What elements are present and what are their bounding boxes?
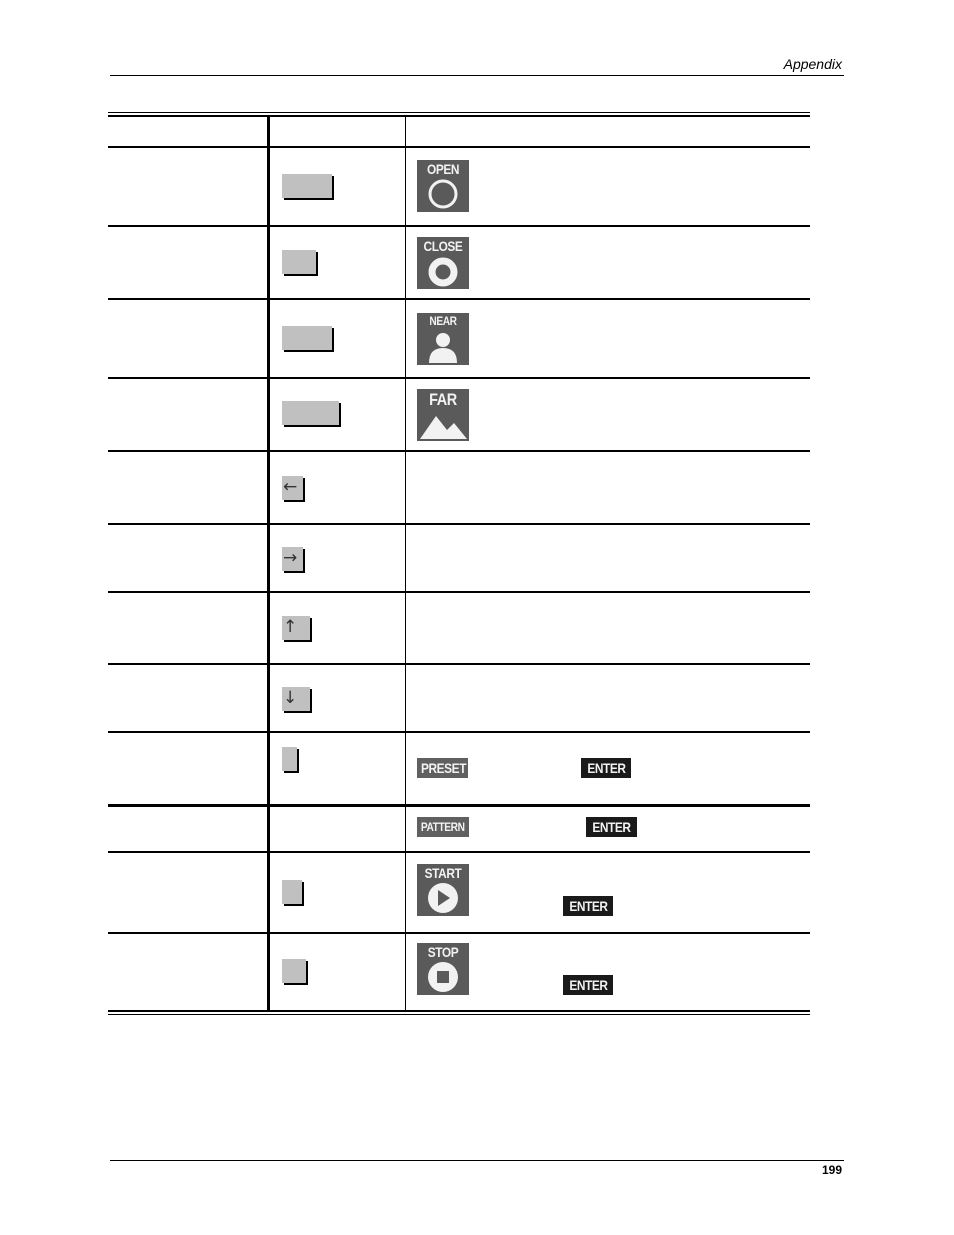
near-key[interactable] <box>282 326 332 350</box>
key-mapping-table: OPEN CLOSE NEAR FAR ← → ↑ ↓ PRESET ENTER… <box>108 112 810 1015</box>
header-col-2 <box>267 117 406 146</box>
enter-button-icon: ENTER <box>586 817 637 837</box>
table-row: START ENTER <box>108 853 810 934</box>
table-row: FAR <box>108 379 810 452</box>
footer-rule <box>110 1160 844 1161</box>
enter-button-icon: ENTER <box>563 975 613 995</box>
preset-button-icon: PRESET <box>417 758 468 778</box>
section-header: Appendix <box>783 56 842 72</box>
header-col-3 <box>406 117 810 146</box>
near-icon: NEAR <box>417 313 469 365</box>
table-row: STOP ENTER <box>108 934 810 1010</box>
table-bottom-rule <box>108 1010 810 1012</box>
header-rule <box>110 75 844 76</box>
down-arrow-key[interactable]: ↓ <box>282 687 310 711</box>
table-row: PATTERN ENTER <box>108 807 810 853</box>
enter-button-icon: ENTER <box>563 896 613 916</box>
stop-icon: STOP <box>417 943 469 995</box>
table-row: ↑ <box>108 593 810 665</box>
close-icon: CLOSE <box>417 237 469 289</box>
table-row: → <box>108 525 810 593</box>
far-icon: FAR <box>417 389 469 441</box>
far-key[interactable] <box>282 401 339 425</box>
table-row: PRESET ENTER <box>108 733 810 807</box>
start-key[interactable] <box>282 880 302 904</box>
close-key[interactable] <box>282 250 316 274</box>
enter-button-icon: ENTER <box>581 758 631 778</box>
table-header-row <box>108 117 810 148</box>
open-icon: OPEN <box>417 160 469 212</box>
table-row: OPEN <box>108 148 810 227</box>
pattern-button-icon: PATTERN <box>417 817 469 837</box>
table-row: NEAR <box>108 300 810 379</box>
table-row: ↓ <box>108 665 810 733</box>
page-number: 199 <box>821 1163 842 1177</box>
left-arrow-key[interactable]: ← <box>282 476 303 500</box>
preset-key[interactable] <box>282 747 297 771</box>
table-row: CLOSE <box>108 227 810 300</box>
header-col-1 <box>108 117 267 146</box>
start-icon: START <box>417 864 469 916</box>
right-arrow-key[interactable]: → <box>282 547 303 571</box>
stop-key[interactable] <box>282 959 306 983</box>
table-top-rule <box>108 112 810 113</box>
table-row: ← <box>108 452 810 525</box>
table-bottom-rule <box>108 1014 810 1015</box>
up-arrow-key[interactable]: ↑ <box>282 616 310 640</box>
open-key[interactable] <box>282 174 332 198</box>
